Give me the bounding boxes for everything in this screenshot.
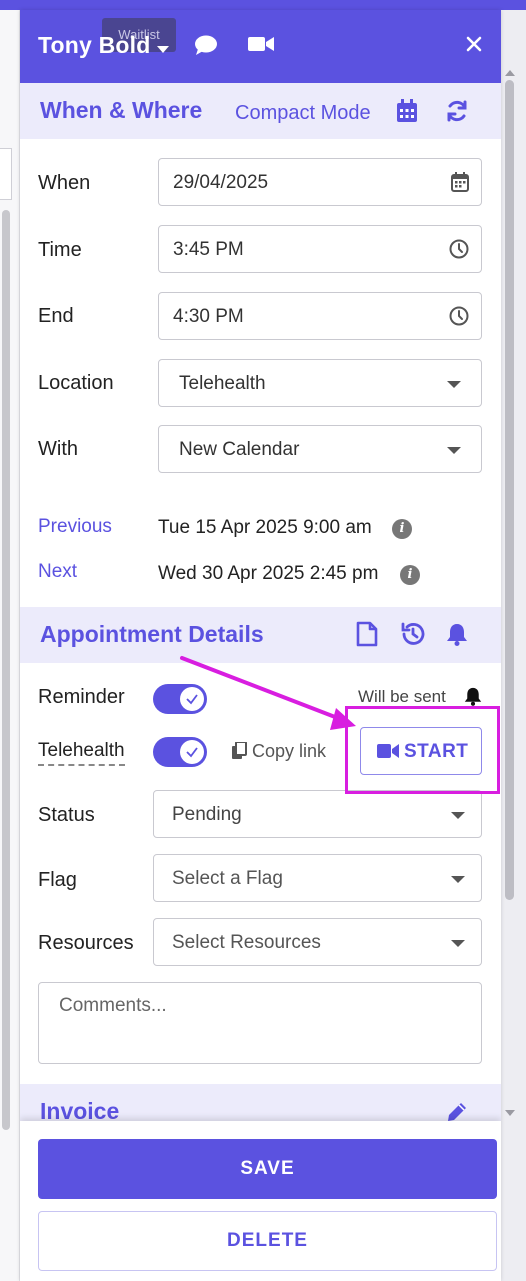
chevron-down-icon[interactable]	[157, 46, 169, 53]
status-label: Status	[38, 804, 95, 826]
clock-icon[interactable]	[449, 306, 469, 331]
compact-mode-link[interactable]: Compact Mode	[235, 102, 371, 125]
flag-placeholder: Select a Flag	[172, 868, 283, 889]
chevron-down-icon	[451, 940, 465, 947]
resources-select[interactable]: Select Resources	[153, 918, 482, 966]
background-scrollbar[interactable]	[2, 210, 10, 1130]
end-time-value: 4:30 PM	[173, 306, 244, 327]
close-icon[interactable]	[466, 36, 482, 57]
with-label: With	[38, 438, 78, 460]
calendar-icon[interactable]	[451, 172, 469, 197]
calendar-value: New Calendar	[179, 439, 300, 460]
time-field[interactable]: 3:45 PM	[158, 225, 482, 273]
clock-icon[interactable]	[449, 239, 469, 264]
calendar-select[interactable]: New Calendar	[158, 425, 482, 473]
video-icon[interactable]	[248, 34, 274, 59]
background-page	[0, 10, 20, 1281]
next-link[interactable]: Next	[38, 561, 77, 583]
history-icon[interactable]	[400, 621, 426, 652]
location-label: Location	[38, 372, 114, 394]
status-value: Pending	[172, 804, 242, 825]
reminder-label: Reminder	[38, 686, 125, 708]
time-value: 3:45 PM	[173, 239, 244, 260]
chat-icon[interactable]	[194, 34, 218, 61]
background-field	[0, 148, 12, 200]
when-label: When	[38, 172, 91, 194]
chevron-down-icon	[451, 812, 465, 819]
comments-textarea[interactable]: Comments...	[38, 982, 482, 1064]
comments-placeholder: Comments...	[59, 995, 167, 1016]
scroll-down-arrow[interactable]	[505, 1110, 515, 1116]
delete-button[interactable]: DELETE	[38, 1211, 497, 1271]
status-select[interactable]: Pending	[153, 790, 482, 838]
resources-label: Resources	[38, 932, 134, 954]
chevron-down-icon	[447, 381, 461, 388]
document-icon[interactable]	[356, 621, 378, 652]
date-value: 29/04/2025	[173, 172, 269, 193]
chevron-down-icon	[447, 447, 461, 454]
save-button[interactable]: SAVE	[38, 1139, 497, 1199]
flag-label: Flag	[38, 869, 77, 891]
location-value: Telehealth	[179, 373, 266, 394]
panel-footer: SAVE DELETE	[20, 1121, 501, 1281]
section-title: When & Where	[40, 97, 203, 123]
chevron-down-icon	[451, 876, 465, 883]
telehealth-label: Telehealth	[38, 740, 125, 766]
previous-appointment: Tue 15 Apr 2025 9:00 am	[158, 517, 372, 538]
time-label: Time	[38, 239, 82, 261]
panel-scrollbar-thumb[interactable]	[505, 80, 514, 900]
next-appointment: Wed 30 Apr 2025 2:45 pm	[158, 563, 379, 584]
refresh-icon[interactable]	[445, 99, 469, 128]
when-where-header: When & Where Compact Mode	[20, 83, 501, 139]
panel-scrollbar-track	[501, 10, 526, 1281]
bell-icon[interactable]	[446, 622, 468, 651]
resources-placeholder: Select Resources	[172, 932, 321, 953]
flag-select[interactable]: Select a Flag	[153, 854, 482, 902]
info-icon[interactable]: i	[392, 519, 412, 539]
end-label: End	[38, 305, 74, 327]
calendar-icon[interactable]	[396, 99, 418, 128]
annotation-highlight	[345, 706, 500, 794]
previous-link[interactable]: Previous	[38, 516, 112, 538]
date-field[interactable]: 29/04/2025	[158, 158, 482, 206]
section-title: Appointment Details	[40, 621, 264, 647]
panel-header: Waitlist Tony Bold	[20, 10, 501, 83]
scroll-up-arrow[interactable]	[505, 70, 515, 76]
info-icon[interactable]: i	[400, 565, 420, 585]
patient-name[interactable]: Tony Bold	[38, 32, 151, 59]
location-select[interactable]: Telehealth	[158, 359, 482, 407]
top-app-bar	[0, 0, 526, 10]
appointment-panel: Waitlist Tony Bold When & Where Compact …	[20, 10, 501, 1281]
end-time-field[interactable]: 4:30 PM	[158, 292, 482, 340]
